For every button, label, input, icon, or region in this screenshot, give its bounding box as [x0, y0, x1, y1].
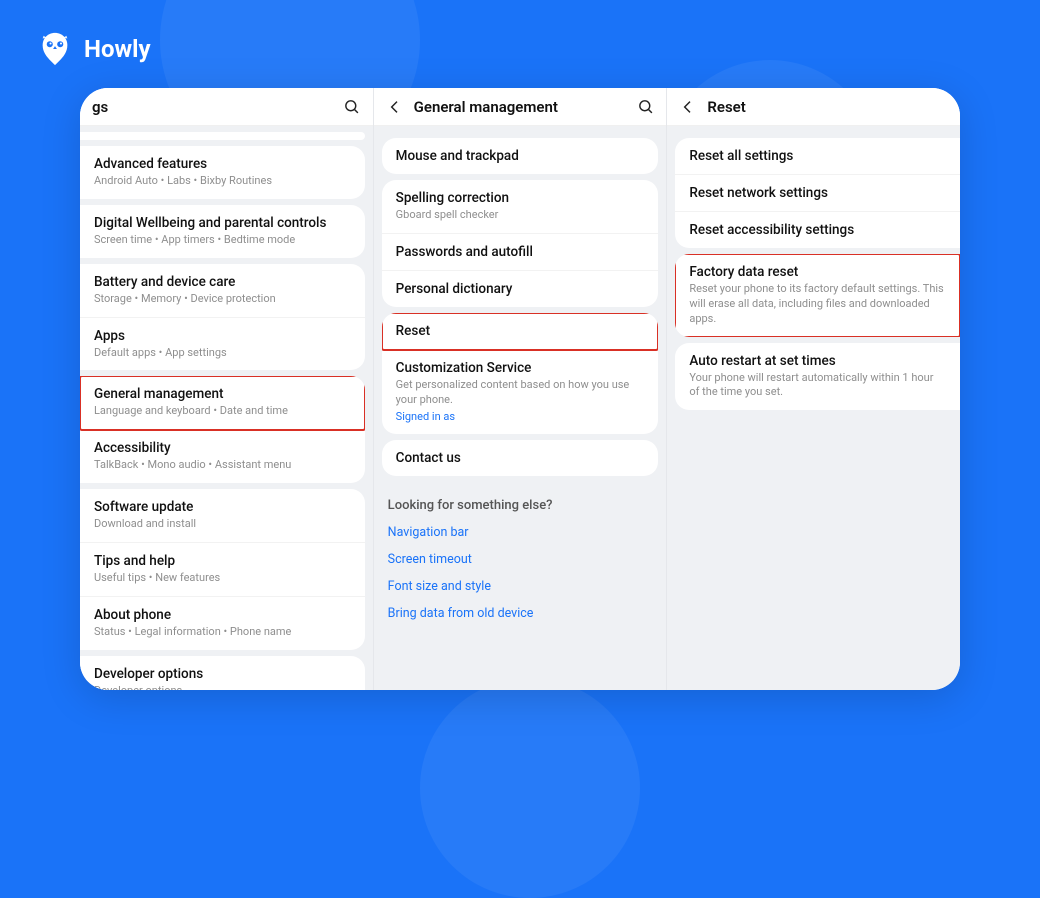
settings-section: Advanced features Android Auto • Labs • B… [80, 146, 365, 199]
list-item-subtitle: Reset your phone to its factory default … [689, 282, 946, 327]
settings-section: Reset Customization Service Get personaliz… [382, 313, 659, 435]
list-item-subtitle: Language and keyboard • Date and time [94, 404, 351, 419]
settings-item[interactable]: Developer options Developer options [80, 656, 365, 690]
reset-item[interactable]: Reset network settings [675, 175, 960, 212]
brand-logo: Howly [36, 30, 151, 68]
settings-section: Contact us [382, 440, 659, 476]
suggestion-link[interactable]: Screen timeout [374, 546, 667, 573]
list-item-title: Contact us [396, 450, 645, 466]
page-title: General management [414, 98, 627, 116]
list-item-subtitle: Screen time • App timers • Bedtime mode [94, 233, 351, 248]
list-item-subtitle: Android Auto • Labs • Bixby Routines [94, 174, 351, 189]
brand-name: Howly [84, 35, 151, 63]
looking-heading: Looking for something else? [374, 486, 667, 519]
list-item-title: Customization Service [396, 360, 645, 376]
settings-section: Factory data reset Reset your phone to it… [675, 254, 960, 337]
list-item-subtitle: TalkBack • Mono audio • Assistant menu [94, 458, 351, 473]
list-item-title: Developer options [94, 666, 351, 682]
list-item-title: Tips and help [94, 553, 351, 569]
list-item-subtitle: Your phone will restart automatically wi… [689, 371, 946, 401]
settings-section: Battery and device care Storage • Memory … [80, 264, 365, 371]
list-item-subtitle: Get personalized content based on how yo… [396, 378, 645, 408]
reset-item[interactable]: Factory data reset Reset your phone to it… [675, 254, 960, 337]
list-item-subtitle: Download and install [94, 517, 351, 532]
search-icon[interactable] [636, 98, 654, 115]
settings-section: Spelling correction Gboard spell checker P… [382, 180, 659, 307]
list-item-title: Auto restart at set times [689, 353, 946, 369]
screenshots-card: gs Advanced features Android Auto • Labs … [80, 88, 960, 690]
settings-item[interactable]: Software update Download and install [80, 489, 365, 543]
settings-section: General management Language and keyboard … [80, 376, 365, 483]
list-item-title: Apps [94, 328, 351, 344]
pane-settings: gs Advanced features Android Auto • Labs … [80, 88, 374, 690]
reset-item[interactable]: Auto restart at set times Your phone will… [675, 343, 960, 411]
gm-item[interactable]: Spelling correction Gboard spell checker [382, 180, 659, 234]
list-item-subtitle: Default apps • App settings [94, 346, 351, 361]
settings-item[interactable]: Digital Wellbeing and parental controls S… [80, 205, 365, 258]
list-item-title: Software update [94, 499, 351, 515]
gm-item[interactable]: Mouse and trackpad [382, 138, 659, 174]
list-item-title: Reset all settings [689, 148, 946, 164]
settings-item[interactable]: Battery and device care Storage • Memory … [80, 264, 365, 318]
settings-item[interactable]: Advanced features Android Auto • Labs • B… [80, 146, 365, 199]
reset-item[interactable]: Reset all settings [675, 138, 960, 175]
settings-item[interactable]: Apps Default apps • App settings [80, 318, 365, 371]
settings-item[interactable]: About phone Status • Legal information • … [80, 597, 365, 650]
list-item-title: Advanced features [94, 156, 351, 172]
list-item-title: General management [94, 386, 351, 402]
owl-icon [36, 30, 74, 68]
list-item-title: Digital Wellbeing and parental controls [94, 215, 351, 231]
list-item-title: Reset network settings [689, 185, 946, 201]
list-item-sublink: Signed in as [396, 410, 645, 425]
gm-item[interactable]: Customization Service Get personalized co… [382, 350, 659, 435]
settings-section: Reset all settings Reset network settings… [675, 138, 960, 248]
list-item-subtitle: Status • Legal information • Phone name [94, 625, 351, 640]
settings-item[interactable]: General management Language and keyboard … [80, 376, 365, 430]
settings-item[interactable]: Accessibility TalkBack • Mono audio • Ass… [80, 430, 365, 483]
list-item-title: Factory data reset [689, 264, 946, 280]
settings-item[interactable]: Tips and help Useful tips • New features [80, 543, 365, 597]
list-item-title: Spelling correction [396, 190, 645, 206]
page-title: Reset [707, 98, 948, 116]
list-item-peek [80, 132, 365, 140]
list-item-title: Accessibility [94, 440, 351, 456]
gm-item[interactable]: Reset [382, 313, 659, 350]
pane-general-management: General management Mouse and trackpad Sp… [374, 88, 668, 690]
reset-item[interactable]: Reset accessibility settings [675, 212, 960, 248]
list-item-subtitle: Storage • Memory • Device protection [94, 292, 351, 307]
settings-section: Auto restart at set times Your phone will… [675, 343, 960, 411]
pane3-header: Reset [667, 88, 960, 126]
suggestion-link[interactable]: Bring data from old device [374, 600, 667, 627]
list-item-subtitle: Useful tips • New features [94, 571, 351, 586]
settings-section: Mouse and trackpad [382, 138, 659, 174]
settings-section: Software update Download and install Tips … [80, 489, 365, 650]
list-item-title: Passwords and autofill [396, 244, 645, 260]
pane2-header: General management [374, 88, 667, 126]
list-item-title: About phone [94, 607, 351, 623]
gm-item[interactable]: Passwords and autofill [382, 234, 659, 271]
list-item-subtitle: Gboard spell checker [396, 208, 645, 223]
gm-item[interactable]: Contact us [382, 440, 659, 476]
list-item-title: Personal dictionary [396, 281, 645, 297]
list-item-title: Battery and device care [94, 274, 351, 290]
list-item-title: Reset accessibility settings [689, 222, 946, 238]
suggestion-link[interactable]: Navigation bar [374, 519, 667, 546]
suggestion-link[interactable]: Font size and style [374, 573, 667, 600]
search-icon[interactable] [343, 98, 361, 115]
list-item-title: Mouse and trackpad [396, 148, 645, 164]
settings-section: Developer options Developer options [80, 656, 365, 690]
list-item-title: Reset [396, 323, 645, 339]
back-icon[interactable] [679, 99, 697, 115]
settings-section: Digital Wellbeing and parental controls S… [80, 205, 365, 258]
pane1-header: gs [80, 88, 373, 126]
list-item-subtitle: Developer options [94, 684, 351, 690]
bg-circle [420, 678, 640, 898]
back-icon[interactable] [386, 99, 404, 115]
pane-reset: Reset Reset all settings Reset network se… [667, 88, 960, 690]
page-title: gs [92, 98, 333, 116]
gm-item[interactable]: Personal dictionary [382, 271, 659, 307]
